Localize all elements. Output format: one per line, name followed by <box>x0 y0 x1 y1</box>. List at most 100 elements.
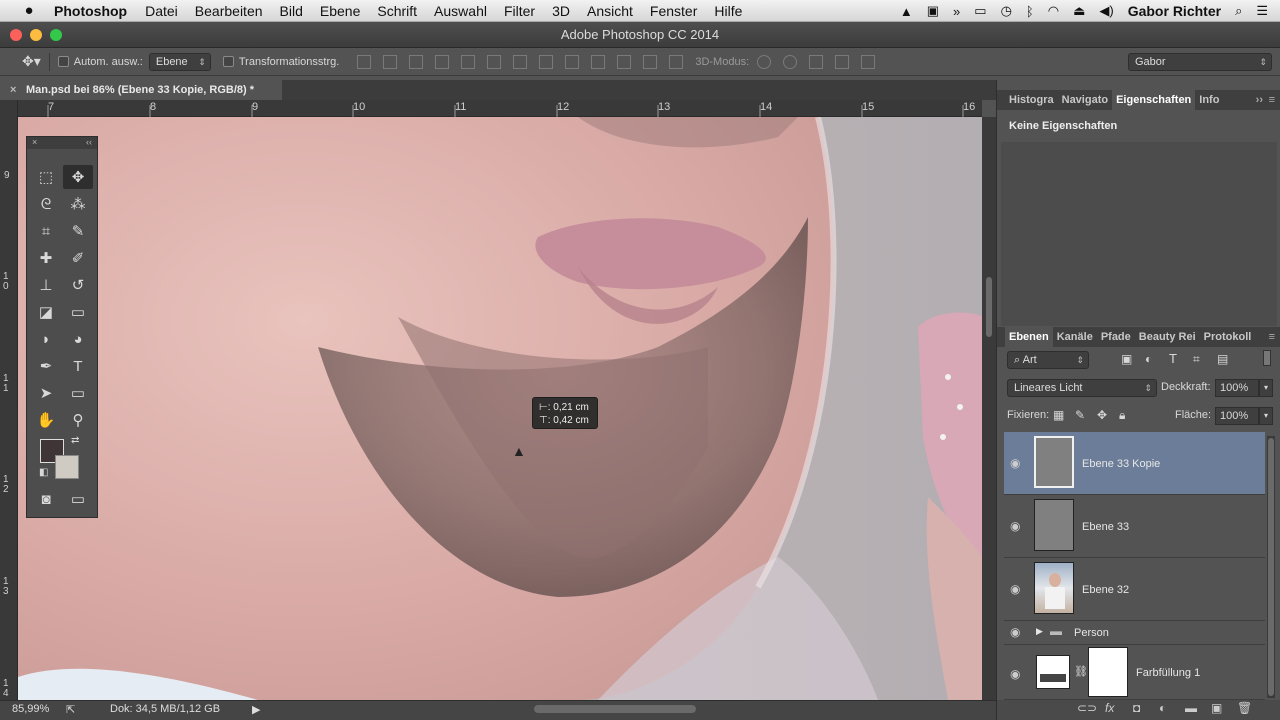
fill-slider-button[interactable]: ▾ <box>1259 407 1273 425</box>
background-color-swatch[interactable] <box>55 455 79 479</box>
airplay-icon[interactable]: ▭ <box>974 3 986 19</box>
pen-tool-icon[interactable]: ✒ <box>31 354 61 378</box>
zoom-window-icon[interactable] <box>50 29 62 41</box>
3d-rotate-icon[interactable] <box>757 54 772 69</box>
visibility-eye-icon[interactable]: ◉ <box>1010 519 1020 533</box>
expand-group-icon[interactable]: ▶ <box>1036 626 1043 637</box>
blur-tool-icon[interactable]: ◗ <box>31 327 61 351</box>
filter-toggle[interactable] <box>1263 350 1271 366</box>
menu-app[interactable]: Photoshop <box>54 3 127 19</box>
type-tool-icon[interactable]: T <box>63 354 93 378</box>
menu-3d[interactable]: 3D <box>552 3 570 19</box>
panel-menu-icon[interactable]: ≡ <box>1265 94 1279 106</box>
opacity-slider-button[interactable]: ▾ <box>1259 379 1273 397</box>
close-tab-icon[interactable]: × <box>10 80 16 100</box>
menu-bearbeiten[interactable]: Bearbeiten <box>195 3 263 19</box>
history-brush-tool-icon[interactable]: ↺ <box>63 273 93 297</box>
visibility-eye-icon[interactable]: ◉ <box>1010 456 1020 470</box>
clone-stamp-tool-icon[interactable]: ⊥ <box>31 273 61 297</box>
zoom-level[interactable]: 85,99% <box>12 703 49 715</box>
3d-roll-icon[interactable] <box>783 54 798 69</box>
tab-channels[interactable]: Kanäle <box>1053 331 1097 343</box>
lock-pixels-icon[interactable]: ✎ <box>1075 408 1085 422</box>
horizontal-ruler[interactable]: 7 8 9 10 11 12 13 14 15 16 <box>18 100 982 117</box>
blend-mode-dropdown[interactable]: Lineares Licht <box>1007 379 1157 397</box>
distribute-bottom-icon[interactable] <box>565 54 580 69</box>
adjustment-layer-icon[interactable]: ◐ <box>1159 701 1166 715</box>
tab-info[interactable]: Info <box>1195 94 1223 106</box>
workspace-dropdown[interactable]: Gabor <box>1128 52 1272 71</box>
layer-filter-kind[interactable]: ⌕ Art <box>1007 351 1089 369</box>
notification-center-icon[interactable]: ☰ <box>1256 3 1268 19</box>
gradient-tool-icon[interactable]: ▭ <box>63 300 93 324</box>
transform-controls-checkbox[interactable] <box>222 56 234 67</box>
quick-selection-tool-icon[interactable]: ⁂ <box>63 192 93 216</box>
horizontal-scroll-thumb[interactable] <box>534 705 696 713</box>
status-menu-arrow-icon[interactable]: ▶ <box>252 703 260 716</box>
share-icon[interactable]: ⇱ <box>66 703 75 716</box>
layer-name[interactable]: Person <box>1074 627 1109 639</box>
hat-icon[interactable]: ▲ <box>900 4 913 19</box>
layer-style-icon[interactable]: fx <box>1105 701 1114 715</box>
document-tab[interactable]: × Man.psd bei 86% (Ebene 33 Kopie, RGB/8… <box>0 80 282 100</box>
brush-tool-icon[interactable]: ✐ <box>63 246 93 270</box>
layers-scroll-thumb[interactable] <box>1268 438 1274 696</box>
tab-history[interactable]: Protokoll <box>1200 331 1256 343</box>
screen-mode-icon[interactable]: ▭ <box>63 487 93 511</box>
filter-adjustment-icon[interactable]: ◐ <box>1145 352 1152 366</box>
tab-histogram[interactable]: Histogra <box>1005 94 1058 106</box>
tab-beauty-retouch[interactable]: Beauty Rei <box>1135 331 1200 343</box>
panel-menu-icon[interactable]: ≡ <box>1265 331 1279 343</box>
link-layers-icon[interactable]: ⊂⊃ <box>1077 701 1097 715</box>
menu-ebene[interactable]: Ebene <box>320 3 360 19</box>
menu-hilfe[interactable]: Hilfe <box>714 3 742 19</box>
marquee-tool-icon[interactable]: ⬚ <box>31 165 61 189</box>
add-mask-icon[interactable]: ◘ <box>1133 701 1140 715</box>
align-right-icon[interactable] <box>487 54 502 69</box>
time-machine-icon[interactable]: ◷ <box>1001 3 1012 19</box>
visibility-eye-icon[interactable]: ◉ <box>1010 582 1020 596</box>
layer-name[interactable]: Farbfüllung 1 <box>1136 667 1200 679</box>
eraser-tool-icon[interactable]: ◪ <box>31 300 61 324</box>
close-panel-icon[interactable]: × <box>32 137 37 147</box>
layer-name[interactable]: Ebene 33 Kopie <box>1082 458 1160 470</box>
lasso-tool-icon[interactable]: ᘓ <box>31 192 61 216</box>
3d-slide-icon[interactable] <box>835 54 850 69</box>
tools-panel-header[interactable]: × ‹‹ <box>27 137 97 149</box>
fill-input[interactable]: 100% <box>1215 407 1259 425</box>
menu-filter[interactable]: Filter <box>504 3 535 19</box>
tab-layers[interactable]: Ebenen <box>1005 327 1053 347</box>
layer-mask-thumbnail[interactable] <box>1088 647 1128 697</box>
lock-transparency-icon[interactable]: ▦ <box>1053 408 1064 422</box>
quick-mask-icon[interactable]: ◙ <box>31 487 61 511</box>
move-tool-preset-icon[interactable]: ✥▾ <box>22 53 41 70</box>
bluetooth-icon[interactable]: ᛒ <box>1026 4 1034 19</box>
tab-paths[interactable]: Pfade <box>1097 331 1135 343</box>
tab-properties[interactable]: Eigenschaften <box>1112 90 1196 110</box>
zoom-tool-icon[interactable]: ⚲ <box>63 408 93 432</box>
spotlight-icon[interactable]: ⌕ <box>1235 3 1242 19</box>
auto-align-icon[interactable] <box>669 54 684 69</box>
layer-name[interactable]: Ebene 32 <box>1082 584 1129 596</box>
filter-pixel-icon[interactable]: ▣ <box>1121 352 1132 366</box>
menu-schrift[interactable]: Schrift <box>377 3 417 19</box>
path-selection-tool-icon[interactable]: ➤ <box>31 381 61 405</box>
vertical-scrollbar[interactable] <box>982 117 996 700</box>
collapse-panel-icon[interactable]: ‹‹ <box>86 137 92 147</box>
vertical-ruler[interactable]: 9 1 0 1 1 1 2 1 3 1 4 <box>0 100 18 700</box>
apple-icon[interactable]: ● <box>20 2 38 19</box>
distribute-right-icon[interactable] <box>643 54 658 69</box>
fast-forward-icon[interactable]: » <box>953 4 960 19</box>
distribute-left-icon[interactable] <box>591 54 606 69</box>
menu-ansicht[interactable]: Ansicht <box>587 3 633 19</box>
hand-tool-icon[interactable]: ✋ <box>31 408 61 432</box>
minimize-window-icon[interactable] <box>30 29 42 41</box>
user-name[interactable]: Gabor Richter <box>1128 3 1221 19</box>
visibility-eye-icon[interactable]: ◉ <box>1010 667 1020 681</box>
wifi-icon[interactable]: ◠ <box>1048 3 1059 19</box>
align-hcenter-icon[interactable] <box>461 54 476 69</box>
new-group-icon[interactable]: ▬ <box>1185 701 1197 715</box>
filter-smart-object-icon[interactable]: ▤ <box>1217 352 1228 366</box>
new-layer-icon[interactable]: ▣ <box>1211 701 1222 715</box>
healing-brush-tool-icon[interactable]: ✚ <box>31 246 61 270</box>
